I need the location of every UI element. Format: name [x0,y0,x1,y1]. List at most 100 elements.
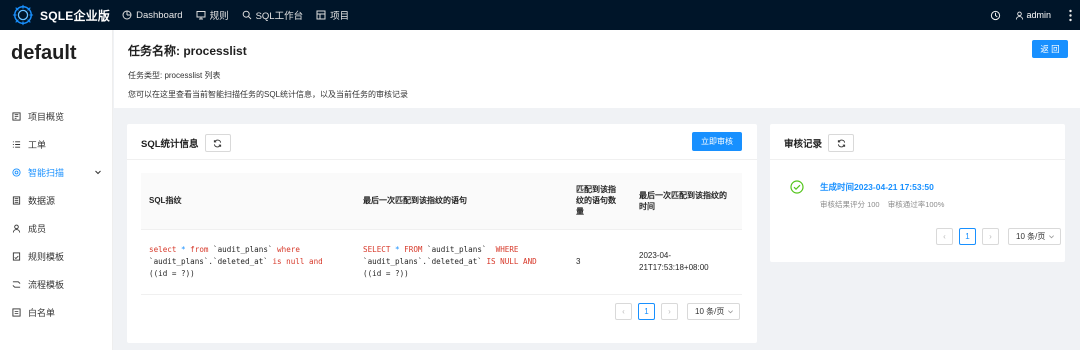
page-size-value: 10 条/页 [695,307,725,316]
card-title: 审核记录 [784,139,823,150]
user-menu[interactable]: admin [1015,10,1051,20]
divider [127,159,757,160]
pagination: ‹ 1 › 10 条/页 [615,303,740,320]
card-header: 审核记录 [784,134,855,152]
sidebar-item-label: 成员 [28,223,47,234]
sidebar-item-rule-templates[interactable]: 规则模板 [0,242,112,270]
whitelist-icon [12,307,21,317]
search-icon [242,10,251,20]
monitor-icon [196,11,206,20]
sidebar-item-overview[interactable]: 项目概览 [0,102,112,130]
history-icon[interactable] [990,10,1001,21]
check-circle-icon [790,180,804,194]
audit-records-card: 审核记录 生成时间2023-04-21 17:53:50 审核结果评分 100 … [770,124,1065,262]
nav-label: 规则 [209,11,229,22]
task-description: 您可以在这里查看当前智能扫描任务的SQL统计信息，以及当前任务的审核记录 [128,90,409,99]
next-page-button[interactable]: › [982,228,999,245]
column-header: 最后一次匹配到该指纹的语句 [355,173,568,230]
database-icon [12,195,21,205]
sidebar-item-label: 流程模板 [28,279,65,290]
column-header: SQL指纹 [141,173,355,230]
record-score: 审核结果评分 100 [820,200,880,209]
table-row: select * from `audit_plans` where `audit… [141,229,742,295]
flow-icon [12,280,21,288]
sidebar-item-label: 智能扫描 [28,167,65,178]
chevron-down-icon [1049,235,1054,239]
sidebar-item-members[interactable]: 成员 [0,214,112,242]
chevron-down-icon [728,310,733,314]
sidebar-item-label: 规则模板 [28,251,65,262]
project-icon [316,10,326,20]
back-button[interactable]: 返 回 [1032,40,1068,58]
sql-fingerprint-cell: select * from `audit_plans` where `audit… [141,229,355,295]
last-match-time: 2023-04-21T17:53:18+08:00 [631,229,742,295]
sidebar-item-label: 白名单 [28,307,56,318]
sidebar-item-flow-templates[interactable]: 流程模板 [0,270,112,298]
app-logo[interactable]: SQLE企业版 [12,4,110,26]
task-type: 任务类型: processlist 列表 [128,71,221,80]
nav-label: SQL工作台 [255,11,304,22]
scan-icon [12,167,21,177]
refresh-icon [837,139,845,147]
nav-label: 项目 [330,11,350,22]
prev-page-button[interactable]: ‹ [936,228,953,245]
card-title: SQL统计信息 [141,139,199,150]
top-right-tools: admin [990,0,1072,30]
refresh-button[interactable] [828,134,855,152]
top-navbar: SQLE企业版 Dashboard 规则 SQL工作台 项目 admin [0,0,1080,30]
sql-fingerprint: select * from `audit_plans` where `audit… [149,244,323,278]
sidebar-item-orders[interactable]: 工单 [0,130,112,158]
nav-dashboard[interactable]: Dashboard [122,9,183,21]
audit-now-button[interactable]: 立即审核 [692,132,742,151]
sql-stats-card: SQL统计信息 立即审核 SQL指纹 最后一次匹配到该指纹的语句 匹配到该指纹的… [127,124,757,343]
sidebar-item-smart-scan[interactable]: 智能扫描 [0,158,112,186]
sidebar-item-label: 工单 [28,139,47,150]
nav-projects[interactable]: 项目 [316,8,349,22]
more-vertical-icon[interactable] [1069,9,1072,22]
sidebar: default 项目概览 工单 智能扫描 数据源 成员 规则模板 流程模板 白名… [0,30,113,350]
user-icon [1016,11,1024,20]
page-number[interactable]: 1 [638,303,655,320]
prev-page-button[interactable]: ‹ [615,303,632,320]
record-title[interactable]: 生成时间2023-04-21 17:53:50 [820,181,950,193]
nav-rules[interactable]: 规则 [196,8,229,22]
username: admin [1026,10,1051,20]
project-name: default [11,42,77,64]
audit-record-item[interactable]: 生成时间2023-04-21 17:53:50 审核结果评分 100 审核通过率… [790,180,950,210]
last-sql-cell: SELECT * FROM `audit_plans` WHERE `audit… [355,229,568,295]
chevron-down-icon [95,170,101,175]
table-header-row: SQL指纹 最后一次匹配到该指纹的语句 匹配到该指纹的语句数量 最后一次匹配到该… [141,173,742,230]
list-icon [12,140,21,148]
page-size-select[interactable]: 10 条/页 [687,303,740,320]
main-nav: Dashboard 规则 SQL工作台 项目 [122,8,362,22]
next-page-button[interactable]: › [661,303,678,320]
sidebar-item-whitelist[interactable]: 白名单 [0,298,112,326]
refresh-button[interactable] [204,134,231,152]
record-summary: 审核结果评分 100 审核通过率100% [820,199,950,210]
page-title: 任务名称: processlist [128,44,247,58]
sidebar-item-datasource[interactable]: 数据源 [0,186,112,214]
rule-template-icon [12,251,21,261]
pagination: ‹ 1 › 10 条/页 [936,228,1061,245]
dashboard-icon [122,10,132,20]
nav-sql-workbench[interactable]: SQL工作台 [242,8,304,22]
match-count: 3 [568,229,631,295]
sidebar-item-label: 数据源 [28,195,56,206]
overview-icon [12,111,21,121]
sql-stats-table: SQL指纹 最后一次匹配到该指纹的语句 匹配到该指纹的语句数量 最后一次匹配到该… [141,173,742,295]
sidebar-item-label: 项目概览 [28,111,65,122]
divider [770,159,1065,160]
page-header: 任务名称: processlist 任务类型: processlist 列表 您… [114,30,1080,108]
app-title: SQLE企业版 [40,8,111,23]
refresh-icon [213,139,222,147]
column-header: 最后一次匹配到该指纹的时间 [631,173,742,230]
column-header: 匹配到该指纹的语句数量 [568,173,631,230]
page-size-value: 10 条/页 [1016,232,1046,241]
logo-icon [12,4,34,26]
page-size-select[interactable]: 10 条/页 [1008,228,1061,245]
page-number[interactable]: 1 [959,228,976,245]
record-pass-rate: 审核通过率100% [887,200,945,209]
card-header: SQL统计信息 [141,134,231,152]
last-matched-sql: SELECT * FROM `audit_plans` WHERE `audit… [363,244,537,278]
nav-label: Dashboard [136,9,183,21]
